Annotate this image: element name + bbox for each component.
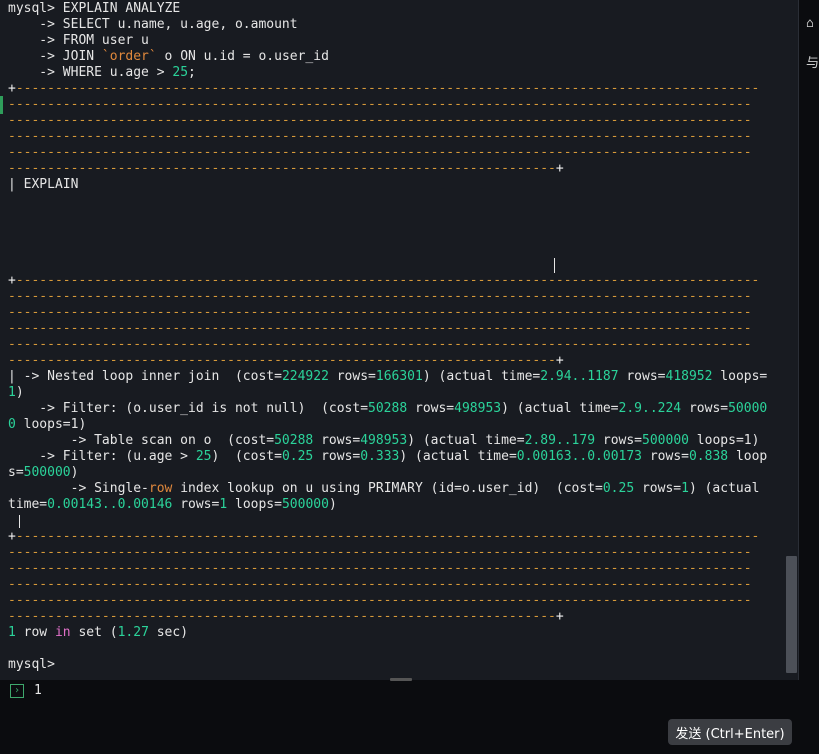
plan-line: -> Table scan on o (cost=50288 rows=4989… xyxy=(8,433,760,448)
plan-line: -> Filter: (u.age > 25) (cost=0.25 rows=… xyxy=(8,449,768,464)
text-cursor xyxy=(554,258,555,273)
query-line: -> FROM user u xyxy=(8,33,149,48)
result-summary: 1 row in set (1.27 sec) xyxy=(8,625,189,640)
terminal-output[interactable]: mysql> EXPLAIN ANALYZE -> SELECT u.name,… xyxy=(0,0,799,680)
table-border: ----------------------------------------… xyxy=(8,561,752,576)
terminal-text: mysql> EXPLAIN ANALYZE -> SELECT u.name,… xyxy=(8,1,780,673)
scrollbar-thumb[interactable] xyxy=(786,556,797,673)
table-border: ----------------------------------------… xyxy=(8,97,752,112)
query-line: -> SELECT u.name, u.age, o.amount xyxy=(8,17,298,32)
table-border: ----------------------------------------… xyxy=(8,113,752,128)
plan-line: s=500000) xyxy=(8,465,79,480)
table-border: ----------------------------------------… xyxy=(8,545,752,560)
plan-line: -> Single-row index lookup on u using PR… xyxy=(8,481,760,496)
table-border: ----------------------------------------… xyxy=(8,321,752,336)
table-border: +---------------------------------------… xyxy=(8,273,760,288)
table-border: +---------------------------------------… xyxy=(8,529,760,544)
comment-icon[interactable]: ⌂ xyxy=(806,16,814,31)
table-border: ----------------------------------------… xyxy=(8,161,564,176)
table-border: ----------------------------------------… xyxy=(8,593,752,608)
plan-line: 0 loops=1) xyxy=(8,417,87,432)
table-border: +---------------------------------------… xyxy=(8,81,760,96)
table-border: ----------------------------------------… xyxy=(8,289,752,304)
table-border: ----------------------------------------… xyxy=(8,305,752,320)
command-input[interactable]: 1 xyxy=(34,683,42,698)
query-line: mysql> EXPLAIN ANALYZE xyxy=(8,1,181,16)
table-border: ----------------------------------------… xyxy=(8,609,564,624)
mysql-prompt: mysql> xyxy=(8,657,55,672)
table-border: ----------------------------------------… xyxy=(8,145,752,160)
line-marker xyxy=(0,96,3,114)
side-label[interactable]: 与 xyxy=(806,52,819,71)
prompt-icon: › xyxy=(10,684,24,698)
plan-line: | -> Nested loop inner join (cost=224922… xyxy=(8,369,768,384)
side-panel-strip xyxy=(799,0,819,754)
table-border: ----------------------------------------… xyxy=(8,353,564,368)
plan-line: 1) xyxy=(8,385,24,400)
plan-line: time=0.00143..0.00146 rows=1 loops=50000… xyxy=(8,497,337,512)
query-line: -> JOIN `order` o ON u.id = o.user_id xyxy=(8,49,329,64)
plan-line: -> Filter: (o.user_id is not null) (cost… xyxy=(8,401,768,416)
table-border: ----------------------------------------… xyxy=(8,129,752,144)
query-line: -> WHERE u.age > 25; xyxy=(8,65,196,80)
table-border: ----------------------------------------… xyxy=(8,577,752,592)
column-header: | EXPLAIN xyxy=(8,177,79,192)
table-border: ----------------------------------------… xyxy=(8,337,752,352)
send-button[interactable]: 发送 (Ctrl+Enter) xyxy=(668,719,792,745)
text-cursor xyxy=(19,515,20,528)
